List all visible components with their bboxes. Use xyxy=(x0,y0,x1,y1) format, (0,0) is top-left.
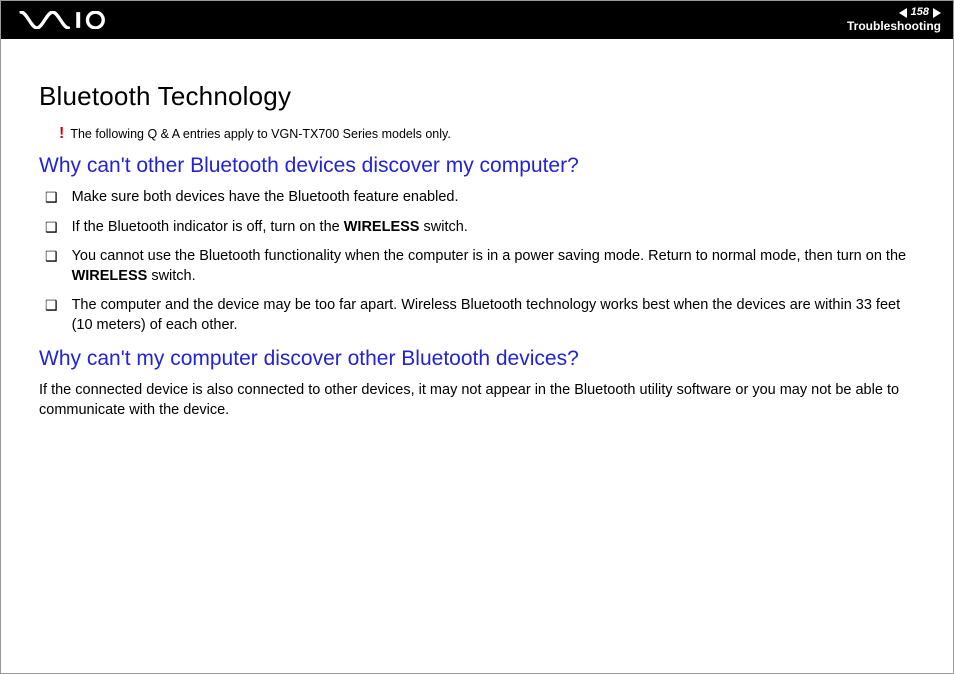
content-area: Bluetooth Technology ! The following Q &… xyxy=(1,39,953,421)
vaio-logo xyxy=(17,11,113,29)
bullet-square-icon: ❑ xyxy=(45,296,58,316)
bullet-text: If the Bluetooth indicator is off, turn … xyxy=(72,218,468,238)
bullet-item: ❑ If the Bluetooth indicator is off, turn… xyxy=(45,218,921,238)
page-number: 158 xyxy=(911,6,929,19)
note-row: ! The following Q & A entries apply to V… xyxy=(39,126,921,142)
section-label: Troubleshooting xyxy=(847,19,941,33)
bullet-square-icon: ❑ xyxy=(45,247,58,267)
note-text: The following Q & A entries apply to VGN… xyxy=(70,127,451,141)
bullet-square-icon: ❑ xyxy=(45,218,58,238)
question-1-bullets: ❑ Make sure both devices have the Bluetoo… xyxy=(39,188,921,335)
page-title: Bluetooth Technology xyxy=(39,81,921,112)
bullet-text: Make sure both devices have the Bluetoot… xyxy=(72,188,459,208)
page-nav: 158 xyxy=(899,6,941,19)
bullet-item: ❑ Make sure both devices have the Bluetoo… xyxy=(45,188,921,208)
bullet-text: The computer and the device may be too f… xyxy=(72,296,921,335)
warning-icon: ! xyxy=(59,126,64,142)
question-2-paragraph: If the connected device is also connecte… xyxy=(39,381,921,420)
question-1-heading: Why can't other Bluetooth devices discov… xyxy=(39,154,921,178)
header-bar: 158 Troubleshooting xyxy=(1,1,953,39)
next-page-icon[interactable] xyxy=(933,8,941,18)
bullet-item: ❑ You cannot use the Bluetooth functional… xyxy=(45,247,921,286)
question-2-heading: Why can't my computer discover other Blu… xyxy=(39,347,921,371)
header-right: 158 Troubleshooting xyxy=(847,6,941,34)
document-page: 158 Troubleshooting Bluetooth Technology… xyxy=(0,0,954,674)
vaio-logo-svg xyxy=(17,11,113,29)
bullet-square-icon: ❑ xyxy=(45,188,58,208)
prev-page-icon[interactable] xyxy=(899,8,907,18)
bullet-item: ❑ The computer and the device may be too … xyxy=(45,296,921,335)
bullet-text: You cannot use the Bluetooth functionali… xyxy=(72,247,921,286)
